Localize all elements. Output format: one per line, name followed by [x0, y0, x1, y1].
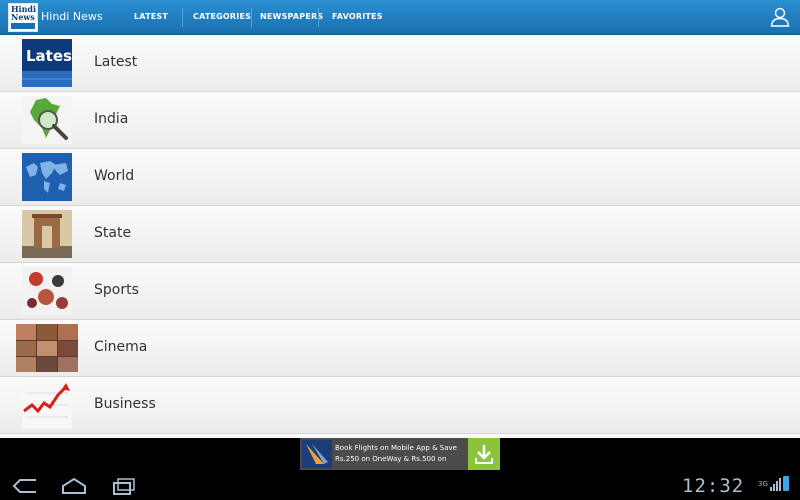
action-bar: Hindi News Hindi News LATEST CATEGORIES … — [0, 0, 800, 35]
app-logo-text: Hindi News — [11, 4, 37, 22]
ad-banner[interactable]: Book Flights on Mobile App & Save Rs.250… — [300, 438, 500, 470]
app-logo-stripe — [11, 23, 35, 29]
recent-apps-icon[interactable] — [111, 477, 137, 495]
business-chart-icon — [22, 381, 72, 429]
list-item-cinema[interactable]: Cinema — [0, 320, 800, 377]
category-list: Latest news Latest India World — [0, 35, 800, 438]
cinema-collage-icon — [16, 324, 78, 372]
download-icon — [475, 445, 493, 464]
india-map-magnifier-icon — [22, 96, 72, 144]
system-bar: 12:32 3G — [0, 472, 800, 500]
tab-newspapers[interactable]: NEWSPAPERS — [260, 12, 323, 21]
home-icon[interactable] — [60, 477, 88, 495]
tab-divider — [251, 8, 252, 27]
tab-latest[interactable]: LATEST — [134, 12, 168, 21]
list-item-label: World — [94, 168, 135, 184]
tab-favorites[interactable]: FAVORITES — [332, 12, 383, 21]
airline-logo-icon — [302, 440, 332, 468]
list-item-state[interactable]: State — [0, 206, 800, 263]
list-item-label: India — [94, 111, 129, 127]
list-item-label: Cinema — [94, 339, 148, 355]
sports-collage-icon — [22, 267, 72, 315]
list-item-label: State — [94, 225, 132, 241]
list-item-sports[interactable]: Sports — [0, 263, 800, 320]
list-item-world[interactable]: World — [0, 149, 800, 206]
india-gate-icon — [22, 210, 72, 258]
world-map-icon — [22, 153, 72, 201]
latest-news-icon: Latest news — [22, 39, 72, 87]
list-item-label: Business — [94, 396, 156, 412]
list-item-business[interactable]: Business — [0, 377, 800, 434]
latest-icon-text: Latest news — [26, 47, 72, 65]
app-title: Hindi News — [41, 10, 103, 23]
ad-line-1: Book Flights on Mobile App & Save — [335, 444, 457, 452]
tab-divider — [318, 8, 319, 27]
app-logo-icon[interactable]: Hindi News — [8, 3, 38, 32]
status-clock: 12:32 — [682, 475, 745, 497]
tab-categories[interactable]: CATEGORIES — [193, 12, 251, 21]
user-profile-icon[interactable] — [770, 7, 790, 27]
ad-text: Book Flights on Mobile App & Save Rs.250… — [335, 443, 457, 465]
list-item-label: Latest — [94, 54, 138, 70]
signal-bars-icon — [770, 478, 781, 491]
ad-download-button[interactable] — [468, 438, 500, 470]
ad-line-2: Rs.250 on OneWay & Rs.500 on — [335, 455, 447, 463]
list-item-latest[interactable]: Latest news Latest — [0, 35, 800, 92]
tab-divider — [182, 8, 183, 27]
back-icon[interactable] — [12, 477, 38, 495]
ad-bar: Book Flights on Mobile App & Save Rs.250… — [0, 438, 800, 472]
list-item-label: Sports — [94, 282, 139, 298]
list-item-india[interactable]: India — [0, 92, 800, 149]
battery-icon — [783, 476, 789, 491]
network-type: 3G — [758, 480, 768, 488]
